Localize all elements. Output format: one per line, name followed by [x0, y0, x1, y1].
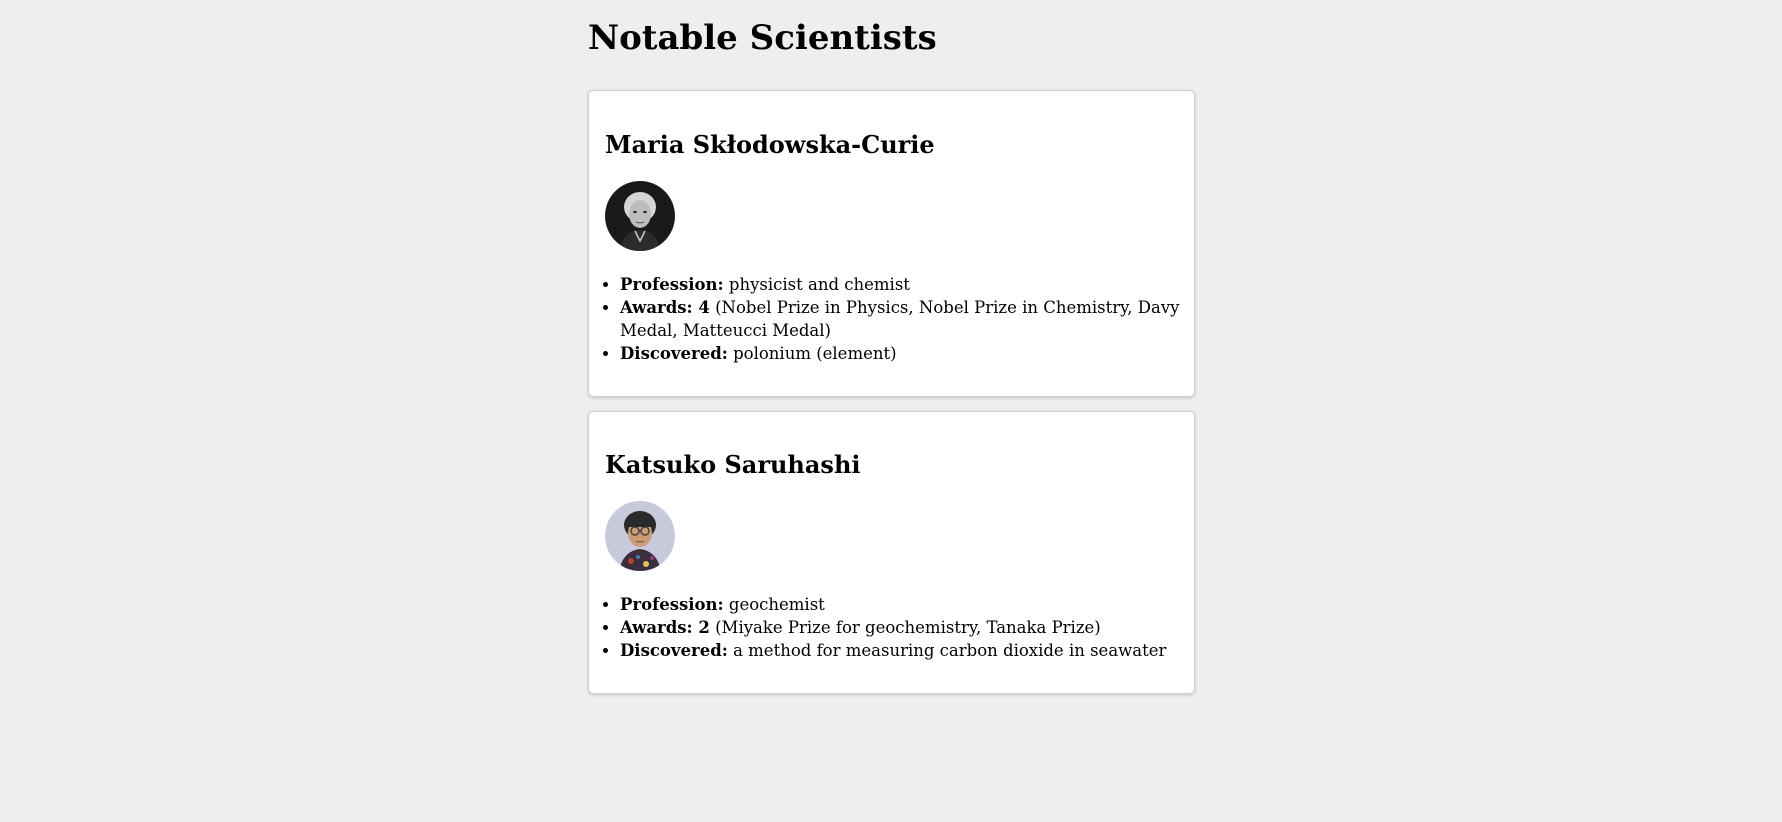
scientist-facts-list: Profession: geochemist Awards: 2 (Miyake… — [605, 593, 1182, 662]
awards-label: Awards: 4 — [620, 298, 710, 317]
profession-label: Profession: — [620, 275, 724, 294]
page-title: Notable Scientists — [588, 18, 937, 58]
scientist-card: Katsuko Saruhashi Profession: geochemist… — [588, 411, 1195, 694]
awards-label: Awards: 2 — [620, 618, 710, 637]
discovered-value: a method for measuring carbon dioxide in… — [733, 641, 1167, 660]
list-item: Awards: 4 (Nobel Prize in Physics, Nobel… — [620, 296, 1182, 342]
profession-label: Profession: — [620, 595, 724, 614]
portrait-icon — [605, 181, 675, 251]
list-item: Awards: 2 (Miyake Prize for geochemistry… — [620, 616, 1182, 639]
discovered-label: Discovered: — [620, 641, 728, 660]
list-item: Profession: geochemist — [620, 593, 1182, 616]
scientist-facts-list: Profession: physicist and chemist Awards… — [605, 273, 1182, 365]
scientist-name: Maria Skłodowska-Curie — [605, 130, 935, 159]
profession-value: geochemist — [728, 595, 825, 614]
discovered-label: Discovered: — [620, 344, 728, 363]
scientist-photo — [605, 181, 675, 251]
list-item: Profession: physicist and chemist — [620, 273, 1182, 296]
awards-value: (Miyake Prize for geochemistry, Tanaka P… — [715, 618, 1101, 637]
scientist-name: Katsuko Saruhashi — [605, 450, 861, 479]
profession-value: physicist and chemist — [728, 275, 910, 294]
scientist-photo — [605, 501, 675, 571]
scientist-card: Maria Skłodowska-Curie Profession: physi… — [588, 90, 1195, 397]
list-item: Discovered: polonium (element) — [620, 342, 1182, 365]
list-item: Discovered: a method for measuring carbo… — [620, 639, 1182, 662]
page-container: Notable Scientists Maria Skłodowska-Curi… — [588, 0, 1197, 694]
portrait-icon — [605, 501, 675, 571]
discovered-value: polonium (element) — [733, 344, 897, 363]
